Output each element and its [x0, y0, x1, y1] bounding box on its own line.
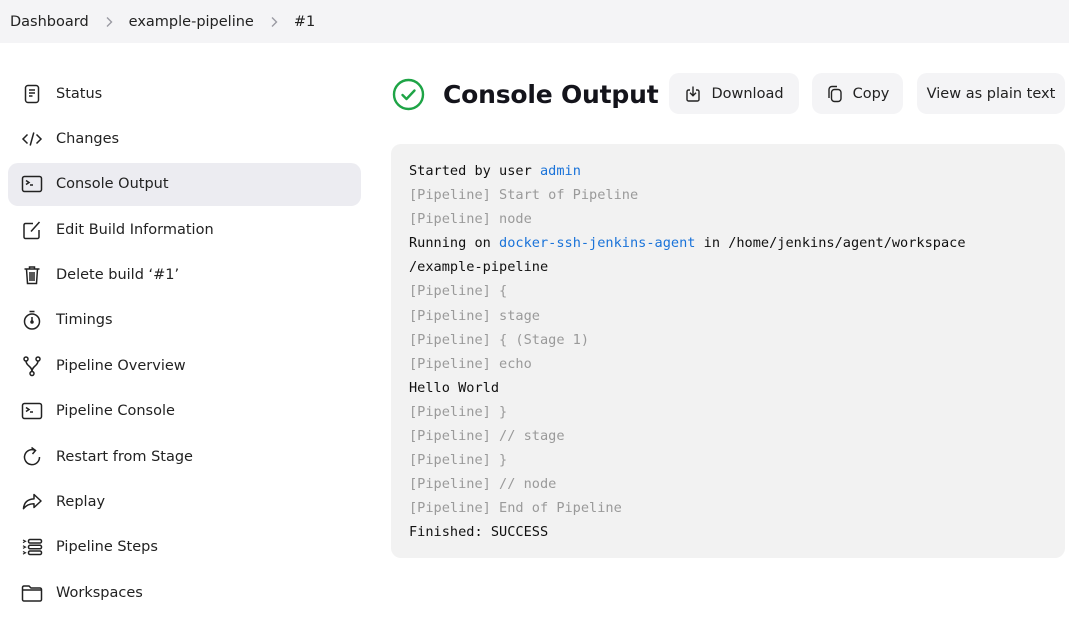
page-title: Console Output — [443, 79, 659, 109]
console-line: [Pipeline] { — [409, 283, 508, 300]
refresh-icon — [21, 446, 43, 468]
view-plain-text-label: View as plain text — [926, 85, 1056, 102]
console-line: [Pipeline] { (Stage 1) — [409, 331, 590, 348]
console-line: Finished: SUCCESS — [409, 524, 549, 541]
sidebar-item-pipeline-steps[interactable]: Pipeline Steps — [8, 526, 361, 569]
success-check-icon — [392, 78, 425, 110]
sidebar-item-label: Delete build ‘#1’ — [56, 267, 180, 284]
breadcrumb-job[interactable]: example-pipeline — [129, 14, 254, 30]
console-line: Hello World — [409, 379, 500, 396]
sidebar-item-edit-build-information[interactable]: Edit Build Information — [8, 208, 361, 251]
sidebar-item-label: Pipeline Overview — [56, 357, 186, 374]
breadcrumb-build[interactable]: #1 — [294, 14, 315, 30]
sidebar-item-label: Status — [56, 85, 103, 102]
sidebar-item-label: Restart from Stage — [56, 448, 193, 465]
chevron-right-icon — [89, 16, 129, 28]
sidebar-item-label: Changes — [56, 130, 120, 147]
download-icon — [686, 86, 701, 102]
sidebar-item-label: Pipeline Console — [56, 403, 175, 420]
branch-icon — [21, 355, 43, 377]
sidebar-item-replay[interactable]: Replay — [8, 481, 361, 524]
console-line: [Pipeline] stage — [409, 307, 540, 324]
sidebar-item-label: Replay — [56, 494, 106, 511]
agent-link[interactable]: docker-ssh-jenkins-agent — [499, 235, 695, 251]
console-line: [Pipeline] Start of Pipeline — [409, 187, 639, 204]
sidebar-item-delete-build[interactable]: Delete build ‘#1’ — [8, 254, 361, 297]
steps-list-icon — [21, 536, 43, 558]
trash-icon — [21, 264, 43, 286]
console-line: [Pipeline] } — [409, 403, 508, 420]
terminal-icon — [21, 173, 43, 195]
sidebar-item-label: Console Output — [56, 176, 169, 193]
sidebar-item-workspaces[interactable]: Workspaces — [8, 571, 361, 614]
sidebar-item-label: Edit Build Information — [56, 221, 214, 238]
console-line: [Pipeline] End of Pipeline — [409, 500, 622, 517]
sidebar: Status Changes Console Output Edit Build… — [8, 72, 361, 617]
sidebar-item-status[interactable]: Status — [8, 72, 361, 115]
sidebar-item-restart-from-stage[interactable]: Restart from Stage — [8, 435, 361, 478]
code-icon — [21, 128, 43, 150]
view-plain-text-button[interactable]: View as plain text — [917, 73, 1065, 114]
console-line: [Pipeline] // node — [409, 476, 557, 493]
sidebar-item-pipeline-overview[interactable]: Pipeline Overview — [8, 344, 361, 387]
copy-button[interactable]: Copy — [812, 73, 903, 114]
breadcrumb-dashboard[interactable]: Dashboard — [10, 14, 89, 30]
stopwatch-icon — [21, 309, 43, 331]
console-output: Started by user admin [Pipeline] Start o… — [391, 144, 1065, 558]
sidebar-item-label: Workspaces — [56, 584, 143, 601]
console-line: [Pipeline] // stage — [409, 428, 565, 445]
sidebar-item-changes[interactable]: Changes — [8, 117, 361, 160]
sidebar-item-pipeline-console[interactable]: Pipeline Console — [8, 390, 361, 433]
breadcrumb: Dashboard example-pipeline #1 — [0, 0, 1069, 43]
download-button[interactable]: Download — [669, 73, 799, 114]
page-header: Console Output — [392, 73, 659, 115]
redo-arrow-icon — [21, 491, 43, 513]
console-line: [Pipeline] node — [409, 211, 532, 228]
console-line: /example-pipeline — [409, 259, 549, 276]
console-line: [Pipeline] } — [409, 452, 508, 469]
sidebar-item-label: Timings — [56, 312, 113, 329]
console-line: Running on docker-ssh-jenkins-agent in /… — [409, 235, 966, 252]
document-icon — [21, 83, 43, 105]
copy-icon — [827, 85, 842, 102]
edit-icon — [21, 219, 43, 241]
sidebar-item-label: Pipeline Steps — [56, 539, 158, 556]
user-link[interactable]: admin — [540, 163, 581, 179]
folder-icon — [21, 582, 43, 604]
console-line: Started by user admin — [409, 163, 581, 179]
chevron-right-icon — [254, 16, 294, 28]
console-line: [Pipeline] echo — [409, 355, 532, 372]
download-label: Download — [711, 85, 784, 102]
sidebar-item-timings[interactable]: Timings — [8, 299, 361, 342]
terminal-icon — [21, 400, 43, 422]
sidebar-item-console-output[interactable]: Console Output — [8, 162, 361, 206]
copy-label: Copy — [852, 85, 890, 102]
